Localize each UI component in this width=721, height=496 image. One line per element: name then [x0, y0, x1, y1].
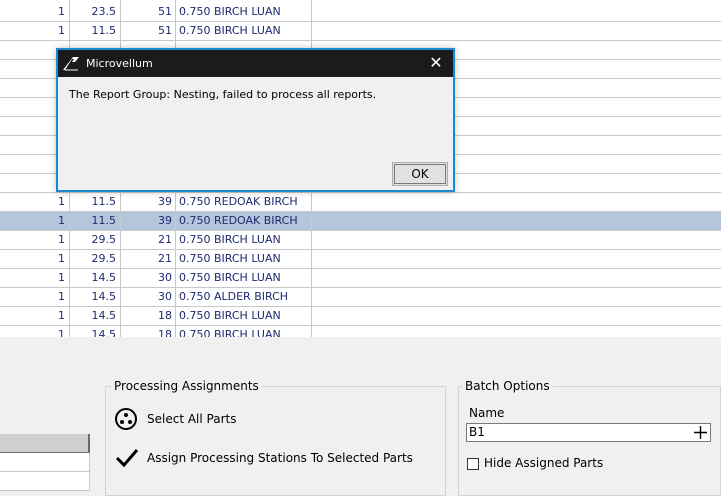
- material-cell[interactable]: 0.750 BIRCH LUAN: [176, 3, 311, 21]
- width-cell[interactable]: 11.5: [70, 22, 120, 40]
- width-cell[interactable]: 11.5: [70, 212, 120, 230]
- table-row[interactable]: 1 29.5 21 0.750 BIRCH LUAN: [0, 231, 721, 250]
- ok-button-focus: [394, 164, 446, 184]
- select-all-icon: [115, 408, 137, 430]
- error-dialog: Microvellum ✕ The Report Group: Nesting,…: [56, 48, 455, 192]
- width-cell[interactable]: 14.5: [70, 288, 120, 306]
- width-cell[interactable]: 23.5: [70, 3, 120, 21]
- hide-assigned-parts-label: Hide Assigned Parts: [484, 456, 604, 470]
- width-cell[interactable]: 29.5: [70, 231, 120, 249]
- length-cell[interactable]: 51: [121, 22, 175, 40]
- assign-processing-stations-button[interactable]: Assign Processing Stations To Selected P…: [115, 448, 413, 468]
- table-row[interactable]: 1 11.5 51 0.750 BIRCH LUAN: [0, 22, 721, 41]
- material-cell[interactable]: 0.750 BIRCH LUAN: [176, 269, 311, 287]
- qty-cell[interactable]: 1: [0, 269, 69, 287]
- checkmark-icon: [115, 449, 139, 468]
- material-cell[interactable]: 0.750 BIRCH LUAN: [176, 307, 311, 325]
- close-icon[interactable]: ✕: [427, 53, 445, 73]
- table-row[interactable]: 1 11.5 39 0.750 REDOAK BIRCH: [0, 212, 721, 231]
- qty-cell[interactable]: 1: [0, 288, 69, 306]
- material-cell[interactable]: 0.750 BIRCH LUAN: [176, 250, 311, 268]
- table-row[interactable]: 1 23.5 51 0.750 BIRCH LUAN: [0, 3, 721, 22]
- dialog-titlebar[interactable]: Microvellum ✕: [58, 50, 453, 77]
- microvellum-logo-icon: [63, 57, 79, 71]
- length-cell[interactable]: 39: [121, 193, 175, 211]
- select-all-parts-label: Select All Parts: [147, 412, 237, 426]
- dialog-title: Microvellum: [86, 57, 153, 70]
- lower-panel: Processing Assignments Select All Parts …: [0, 337, 721, 496]
- length-cell[interactable]: 18: [121, 326, 175, 337]
- material-cell[interactable]: 0.750 REDOAK BIRCH: [176, 193, 311, 211]
- width-cell[interactable]: 14.5: [70, 307, 120, 325]
- width-cell[interactable]: 11.5: [70, 193, 120, 211]
- qty-cell[interactable]: 1: [0, 193, 69, 211]
- qty-cell[interactable]: 1: [0, 326, 69, 337]
- processing-assignments-group: [105, 386, 446, 496]
- stations-table-header: [0, 434, 90, 453]
- table-row[interactable]: [0, 453, 90, 472]
- material-cell[interactable]: 0.750 REDOAK BIRCH: [176, 212, 311, 230]
- table-row[interactable]: 1 14.5 18 0.750 BIRCH LUAN: [0, 326, 721, 337]
- ok-button[interactable]: OK: [392, 162, 448, 186]
- stations-table[interactable]: [0, 434, 90, 491]
- width-cell[interactable]: 14.5: [70, 269, 120, 287]
- length-cell[interactable]: 21: [121, 250, 175, 268]
- qty-cell[interactable]: 1: [0, 22, 69, 40]
- batch-name-value: B1: [469, 425, 485, 439]
- table-row[interactable]: 1 29.5 21 0.750 BIRCH LUAN: [0, 250, 721, 269]
- material-cell[interactable]: 0.750 BIRCH LUAN: [176, 22, 311, 40]
- batch-options-title: Batch Options: [462, 379, 553, 393]
- dialog-message: The Report Group: Nesting, failed to pro…: [69, 88, 377, 101]
- table-row[interactable]: 1 11.5 39 0.750 REDOAK BIRCH: [0, 193, 721, 212]
- material-cell[interactable]: 0.750 BIRCH LUAN: [176, 326, 311, 337]
- length-cell[interactable]: 51: [121, 3, 175, 21]
- length-cell[interactable]: 39: [121, 212, 175, 230]
- hide-assigned-parts-checkbox[interactable]: [467, 458, 479, 470]
- qty-cell[interactable]: 1: [0, 212, 69, 230]
- qty-cell[interactable]: 1: [0, 250, 69, 268]
- qty-cell[interactable]: 1: [0, 3, 69, 21]
- width-cell[interactable]: 14.5: [70, 326, 120, 337]
- assign-processing-stations-label: Assign Processing Stations To Selected P…: [147, 451, 413, 465]
- length-cell[interactable]: 21: [121, 231, 175, 249]
- length-cell[interactable]: 30: [121, 288, 175, 306]
- length-cell[interactable]: 18: [121, 307, 175, 325]
- table-row[interactable]: 1 14.5 18 0.750 BIRCH LUAN: [0, 307, 721, 326]
- length-cell[interactable]: 30: [121, 269, 175, 287]
- table-row[interactable]: 1 14.5 30 0.750 ALDER BIRCH: [0, 288, 721, 307]
- processing-assignments-title: Processing Assignments: [111, 379, 262, 393]
- table-row[interactable]: 1 14.5 30 0.750 BIRCH LUAN: [0, 269, 721, 288]
- width-cell[interactable]: 29.5: [70, 250, 120, 268]
- select-all-parts-button[interactable]: Select All Parts: [115, 408, 236, 430]
- qty-cell[interactable]: 1: [0, 231, 69, 249]
- material-cell[interactable]: 0.750 ALDER BIRCH: [176, 288, 311, 306]
- qty-cell[interactable]: 1: [0, 307, 69, 325]
- table-row[interactable]: [0, 472, 90, 491]
- batch-name-label: Name: [469, 406, 505, 420]
- add-icon[interactable]: [693, 425, 708, 440]
- material-cell[interactable]: 0.750 BIRCH LUAN: [176, 231, 311, 249]
- batch-name-field[interactable]: B1: [466, 423, 711, 442]
